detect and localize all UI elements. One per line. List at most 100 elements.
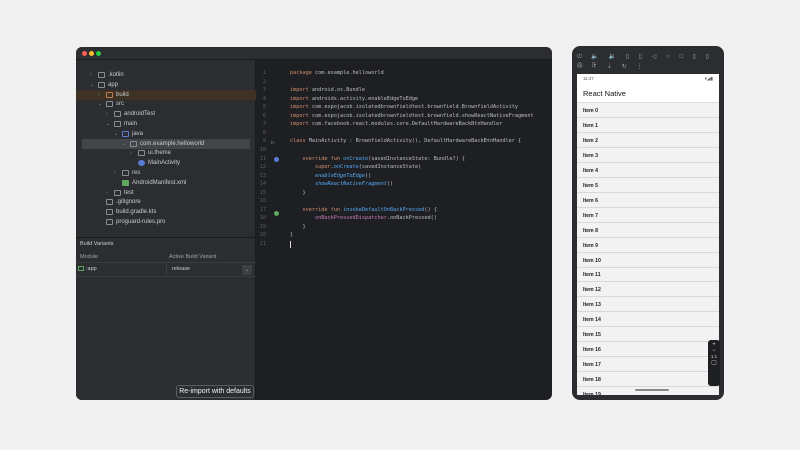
tree-item-label: res <box>132 170 141 176</box>
code-line[interactable]: } <box>290 232 293 238</box>
chevron-down-icon[interactable]: ⌄ <box>98 99 102 109</box>
variant-dropdown[interactable]: release ⌄ <box>166 263 254 277</box>
device-screen[interactable]: 11:47 ▾◢▮ React Native Item 0 Item 1 Item 2… <box>577 74 719 395</box>
project-panel: › .kotlin ⌄ app › build ⌄ src › androidTest ⌄ main ⌄… <box>76 60 256 400</box>
list-item[interactable]: Item 6 <box>577 193 719 208</box>
code-line[interactable]: enableEdgeToEdge() <box>290 173 371 179</box>
chevron-down-icon[interactable]: ⌄ <box>90 80 94 90</box>
list-item[interactable]: Item 10 <box>577 253 719 268</box>
folder-icon <box>122 170 129 176</box>
tree-item[interactable]: ⌄ main <box>76 119 256 129</box>
code-line[interactable]: import com.expojacob.isolatedbrownfieldt… <box>290 104 518 110</box>
tree-item-label: MainActivity <box>148 160 181 167</box>
variant-column-header: Active Build Variant <box>169 254 217 260</box>
code-editor[interactable]: 1 package com.example.helloworld 2 3 import … <box>256 60 552 400</box>
close-button[interactable] <box>82 51 87 56</box>
chevron-right-icon[interactable]: › <box>106 188 108 198</box>
code-line[interactable]: } <box>290 224 305 230</box>
list-item[interactable]: Item 8 <box>577 223 719 238</box>
status-time: 11:47 <box>583 76 594 81</box>
minimize-button[interactable] <box>89 51 94 56</box>
tree-item-label: androidTest <box>124 111 156 118</box>
code-line[interactable]: import com.facebook.react.modules.core.D… <box>290 121 502 127</box>
list-item[interactable]: Item 9 <box>577 238 719 253</box>
list-item[interactable]: Item 13 <box>577 297 719 313</box>
fit-screen-icon[interactable]: ▢ <box>708 359 720 366</box>
code-line[interactable]: showReactNativeFragment() <box>290 181 393 187</box>
line-number: 12 <box>259 164 266 171</box>
maximize-button[interactable] <box>96 51 101 56</box>
code-line[interactable]: } <box>290 190 305 196</box>
tree-item-label: build <box>116 91 129 98</box>
home-indicator[interactable] <box>635 389 669 391</box>
code-line[interactable]: class MainActivity : BrownfieldActivity(… <box>290 138 521 144</box>
folder-icon <box>98 81 105 88</box>
chevron-right-icon[interactable]: › <box>114 168 116 178</box>
emulator-toolbar-row2[interactable]: ▭ ⇡ ⇣ ↻ ⋮ <box>577 63 646 70</box>
app-bar-title: React Native <box>577 84 719 103</box>
code-line[interactable]: import com.expojacob.isolatedbrownfieldt… <box>290 113 534 119</box>
tree-item[interactable]: MainActivity <box>76 158 256 168</box>
tree-item[interactable]: › build <box>76 89 256 100</box>
tree-item[interactable]: › res <box>76 168 256 178</box>
code-line[interactable]: import android.os.Bundle <box>290 87 365 93</box>
list-item[interactable]: Item 2 <box>577 133 719 148</box>
line-number: 20 <box>259 232 266 239</box>
list-item[interactable]: Item 4 <box>577 163 719 178</box>
list-item[interactable]: Item 3 <box>577 148 719 163</box>
module-folder-icon <box>78 266 84 271</box>
list-item[interactable]: Item 16 <box>577 342 719 358</box>
tree-item[interactable]: › ui.theme <box>76 148 256 158</box>
override-gutter-icon[interactable] <box>274 157 279 162</box>
tree-item[interactable]: .gitignore <box>76 197 256 207</box>
tree-item[interactable]: AndroidManifest.xml <box>76 178 256 188</box>
variant-value: release <box>172 266 191 272</box>
tree-item[interactable]: ⌄ src <box>76 99 256 109</box>
chevron-right-icon[interactable]: › <box>130 148 132 158</box>
chevron-down-icon[interactable]: ⌄ <box>242 265 252 275</box>
tree-item[interactable]: proguard-rules.pro <box>76 217 256 227</box>
folder-icon <box>114 189 121 196</box>
title-bar <box>76 47 552 60</box>
code-line[interactable]: import androidx.activity.enableEdgeToEdg… <box>290 96 418 102</box>
file-icon <box>106 199 113 206</box>
tree-item[interactable]: › androidTest <box>76 109 256 119</box>
tree-item[interactable]: build.gradle.kts <box>76 207 256 217</box>
list-item[interactable]: Item 17 <box>577 357 719 373</box>
list-item[interactable]: Item 1 <box>577 118 719 133</box>
chevron-right-icon[interactable]: › <box>98 90 100 100</box>
chevron-right-icon[interactable]: › <box>90 70 92 80</box>
implement-gutter-icon[interactable] <box>274 211 279 216</box>
tree-item-label: .gitignore <box>116 199 141 206</box>
chevron-down-icon[interactable]: ⌄ <box>114 129 118 139</box>
tree-item[interactable]: ⌄ app <box>76 80 256 90</box>
code-line[interactable]: onBackPressedDispatcher.onBackPressed() <box>290 215 437 221</box>
code-line[interactable]: override fun invokeDefaultOnBackPressed(… <box>290 207 437 213</box>
list-item[interactable]: Item 11 <box>577 267 719 283</box>
list-item[interactable]: Item 5 <box>577 178 719 193</box>
folder-icon <box>138 150 145 157</box>
list-item[interactable]: Item 18 <box>577 372 719 388</box>
line-number: 8 <box>262 129 266 136</box>
list-item[interactable]: Item 15 <box>577 327 719 343</box>
code-line[interactable]: override fun onCreate(savedInstanceState… <box>290 156 465 162</box>
list-item[interactable]: Item 14 <box>577 312 719 328</box>
code-line[interactable]: package com.example.helloworld <box>290 70 384 76</box>
list-item[interactable]: Item 12 <box>577 282 719 298</box>
tree-item[interactable]: ⌄ java <box>76 129 256 139</box>
list-item[interactable]: Item 7 <box>577 208 719 223</box>
chevron-down-icon[interactable]: ⌄ <box>122 139 126 149</box>
list-item[interactable]: Item 0 <box>577 103 719 118</box>
chevron-right-icon[interactable]: › <box>106 109 108 119</box>
run-gutter-icon[interactable]: ▷ <box>271 139 275 146</box>
chevron-down-icon[interactable]: ⌄ <box>106 119 110 129</box>
line-number: 18 <box>259 215 266 222</box>
tree-item[interactable]: ⌄ com.example.helloworld <box>82 138 250 149</box>
module-name: :app <box>86 266 97 272</box>
tree-item[interactable]: › .kotlin <box>76 70 256 80</box>
reimport-button[interactable]: Re-import with defaults <box>176 385 254 398</box>
folder-icon <box>130 140 137 147</box>
tree-item[interactable]: › test <box>76 188 256 198</box>
code-line[interactable]: super.onCreate(savedInstanceState) <box>290 164 421 170</box>
line-number: 13 <box>259 172 266 179</box>
